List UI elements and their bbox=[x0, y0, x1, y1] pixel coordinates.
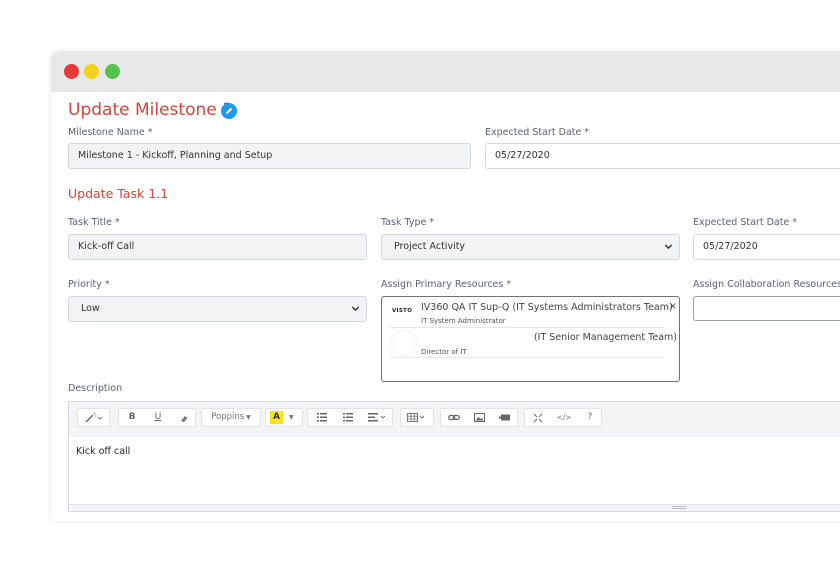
priority-value: Low bbox=[81, 303, 100, 314]
edit-milestone-button[interactable] bbox=[221, 103, 237, 119]
collaboration-resources-label: Assign Collaboration Resources bbox=[693, 279, 840, 290]
video-icon[interactable] bbox=[499, 413, 510, 422]
table-button[interactable] bbox=[400, 408, 434, 427]
table-icon bbox=[407, 413, 425, 422]
insert-group bbox=[440, 408, 518, 427]
resource-role: Director of IT bbox=[421, 348, 467, 356]
font-family-dropdown[interactable]: Poppins ▼ bbox=[201, 408, 261, 427]
resource-item[interactable]: VISTO IV360 QA IT Sup-Q (IT Systems Admi… bbox=[390, 299, 677, 328]
window-titlebar bbox=[51, 51, 840, 92]
text-format-group: B U bbox=[118, 408, 196, 427]
style-button[interactable] bbox=[77, 408, 110, 427]
clear-format-button[interactable] bbox=[171, 409, 197, 428]
eraser-icon bbox=[181, 416, 188, 422]
task-section-heading: Update Task 1.1 bbox=[68, 186, 169, 201]
milestone-start-date-input[interactable]: 05/27/2020 bbox=[485, 143, 840, 169]
task-type-select[interactable]: Project Activity bbox=[381, 234, 680, 260]
link-icon[interactable] bbox=[448, 413, 460, 422]
collaboration-resources-select[interactable] bbox=[693, 296, 840, 321]
resource-item[interactable]: (IT Senior Management Team) Director of … bbox=[390, 329, 677, 358]
magic-wand-icon bbox=[85, 412, 102, 423]
task-type-value: Project Activity bbox=[394, 241, 466, 252]
pencil-icon bbox=[226, 107, 233, 114]
bullet-list-icon[interactable] bbox=[317, 413, 327, 422]
paragraph-group bbox=[307, 408, 393, 427]
bold-button[interactable]: B bbox=[119, 409, 145, 426]
description-editor: B U Poppins ▼ A ▼ </> ? Kick off call bbox=[68, 401, 840, 512]
editor-resize-bar[interactable] bbox=[69, 504, 840, 511]
numbered-list-icon[interactable] bbox=[343, 413, 353, 422]
form-content: Update Milestone 1 Milestone Name * Mile… bbox=[51, 92, 840, 521]
task-start-date-input[interactable]: 05/27/2020 bbox=[693, 234, 840, 260]
resource-role: IT System Administrator bbox=[421, 317, 506, 325]
app-window: Update Milestone 1 Milestone Name * Mile… bbox=[51, 51, 840, 521]
primary-resources-select[interactable]: VISTO IV360 QA IT Sup-Q (IT Systems Admi… bbox=[381, 296, 680, 382]
resource-name: IV360 QA IT Sup-Q (IT Systems Administra… bbox=[421, 302, 673, 313]
image-icon[interactable] bbox=[474, 413, 485, 422]
milestone-name-label: Milestone Name * bbox=[68, 127, 153, 138]
align-icon[interactable] bbox=[368, 413, 386, 422]
view-group: </> ? bbox=[524, 408, 602, 427]
priority-label: Priority * bbox=[68, 279, 110, 290]
task-title-label: Task Title * bbox=[68, 217, 120, 228]
milestone-start-date-label: Expected Start Date * bbox=[485, 127, 590, 138]
description-text[interactable]: Kick off call bbox=[76, 446, 130, 457]
primary-resources-label: Assign Primary Resources * bbox=[381, 279, 512, 290]
fullscreen-icon[interactable] bbox=[533, 413, 543, 423]
milestone-name-input[interactable]: Milestone 1 - Kickoff, Planning and Setu… bbox=[68, 143, 471, 169]
close-window-button[interactable] bbox=[64, 64, 79, 79]
description-label: Description bbox=[68, 383, 123, 394]
resource-name: (IT Senior Management Team) bbox=[533, 332, 677, 343]
maximize-window-button[interactable] bbox=[105, 64, 120, 79]
chevron-down-icon bbox=[351, 306, 360, 312]
help-button[interactable]: ? bbox=[577, 409, 603, 426]
chevron-down-icon bbox=[664, 244, 673, 250]
chevron-down-icon[interactable]: ▼ bbox=[289, 409, 294, 426]
task-type-label: Task Type * bbox=[381, 217, 435, 228]
underline-button[interactable]: U bbox=[145, 409, 171, 426]
priority-select[interactable]: Low bbox=[68, 296, 367, 322]
text-color-icon[interactable]: A bbox=[270, 411, 283, 424]
avatar bbox=[392, 331, 416, 355]
text-color-group: A ▼ bbox=[265, 408, 303, 427]
page-title: Update Milestone 1 bbox=[68, 100, 233, 120]
task-start-date-label: Expected Start Date * bbox=[693, 217, 798, 228]
minimize-window-button[interactable] bbox=[84, 64, 99, 79]
remove-resource-icon[interactable]: × bbox=[669, 301, 677, 312]
code-view-button[interactable]: </> bbox=[551, 409, 577, 426]
editor-toolbar: B U Poppins ▼ A ▼ </> ? bbox=[69, 402, 840, 437]
visto-logo: VISTO bbox=[392, 308, 413, 314]
task-title-input[interactable]: Kick-off Call bbox=[68, 234, 367, 260]
font-family-value: Poppins bbox=[211, 412, 245, 422]
